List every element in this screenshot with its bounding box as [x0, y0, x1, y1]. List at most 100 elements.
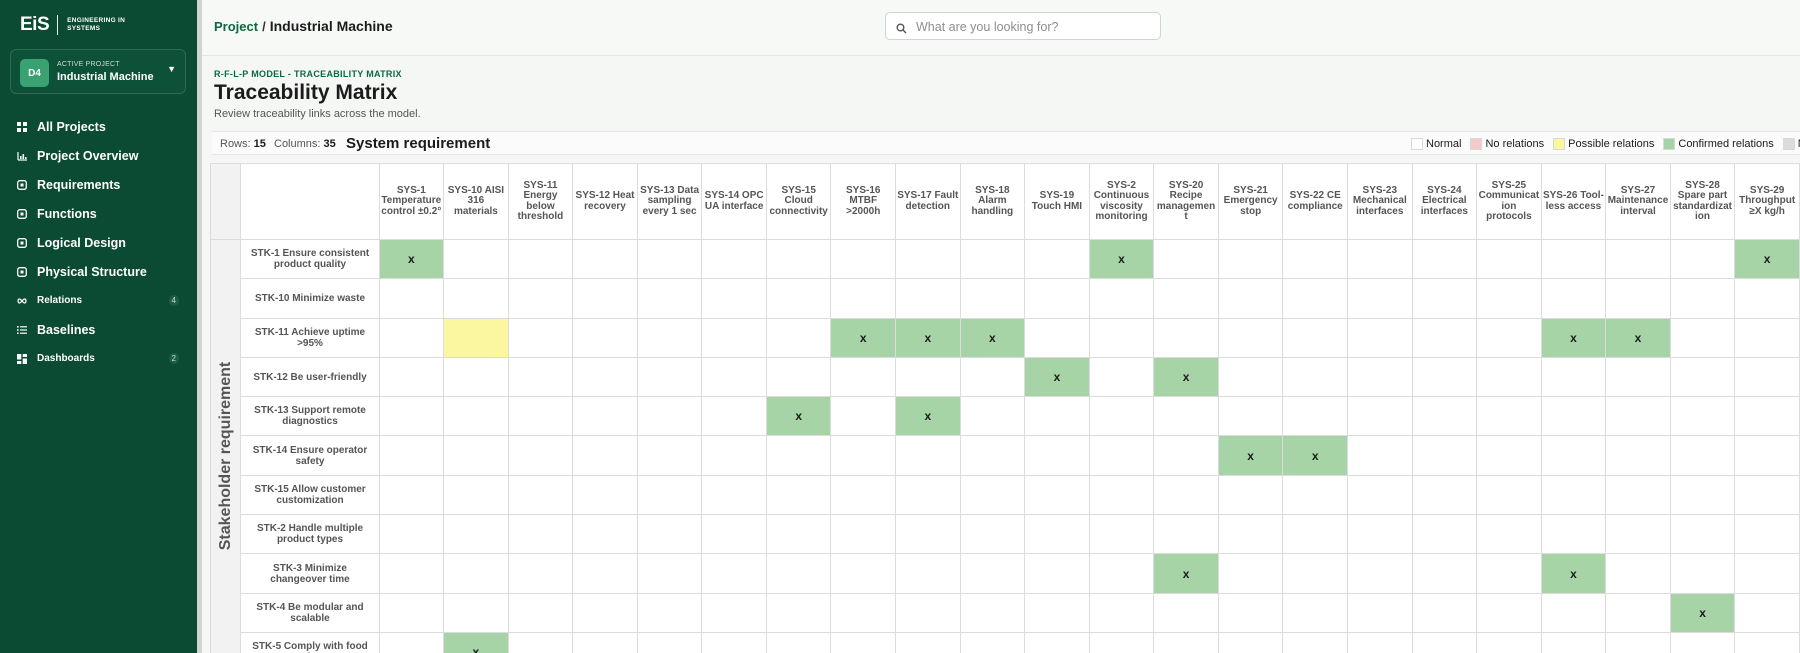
matrix-cell[interactable] — [1282, 592, 1348, 633]
matrix-cell-confirmed[interactable]: x — [1153, 553, 1219, 594]
matrix-column-header[interactable]: SYS-24 Electrical interfaces — [1411, 163, 1478, 240]
matrix-cell[interactable] — [1734, 356, 1800, 398]
matrix-cell[interactable] — [1734, 592, 1800, 633]
matrix-cell[interactable] — [1347, 317, 1413, 358]
matrix-cell[interactable] — [1605, 278, 1671, 319]
matrix-cell[interactable] — [765, 278, 832, 319]
matrix-cell[interactable] — [1411, 396, 1478, 437]
matrix-cell-confirmed[interactable]: x — [1088, 238, 1155, 280]
matrix-cell[interactable] — [701, 592, 767, 633]
matrix-column-header[interactable]: SYS-25 Communication protocols — [1476, 163, 1542, 240]
matrix-row-header[interactable]: STK-5 Comply with food safety — [240, 631, 380, 653]
matrix-row-header[interactable]: STK-1 Ensure consistent product quality — [240, 238, 380, 280]
matrix-cell[interactable] — [378, 592, 445, 633]
matrix-cell[interactable] — [1734, 514, 1800, 555]
matrix-cell[interactable] — [1411, 317, 1478, 358]
matrix-cell[interactable] — [1088, 592, 1155, 633]
matrix-cell[interactable] — [1605, 592, 1671, 633]
matrix-cell[interactable] — [1734, 631, 1800, 653]
matrix-cell[interactable] — [1476, 514, 1542, 555]
matrix-cell[interactable] — [572, 317, 638, 358]
matrix-cell[interactable] — [572, 474, 638, 516]
matrix-column-header[interactable]: SYS-12 Heat recovery — [572, 163, 638, 240]
matrix-cell[interactable] — [701, 514, 767, 555]
matrix-cell[interactable] — [636, 553, 703, 594]
matrix-cell[interactable] — [1411, 278, 1478, 319]
matrix-column-header[interactable]: SYS-13 Data sampling every 1 sec — [636, 163, 703, 240]
matrix-cell[interactable] — [1347, 474, 1413, 516]
sidebar-item-project-overview[interactable]: Project Overview — [0, 141, 197, 170]
matrix-cell[interactable] — [378, 435, 445, 476]
matrix-cell[interactable] — [378, 631, 445, 653]
matrix-cell-possible[interactable] — [443, 317, 509, 358]
matrix-cell[interactable] — [1605, 435, 1671, 476]
matrix-cell[interactable] — [1282, 396, 1348, 437]
matrix-cell-confirmed[interactable]: x — [1217, 435, 1284, 476]
matrix-cell[interactable] — [636, 238, 703, 280]
sidebar-item-logical-design[interactable]: Logical Design — [0, 228, 197, 257]
matrix-cell[interactable] — [507, 317, 574, 358]
matrix-cell[interactable] — [572, 238, 638, 280]
matrix-cell[interactable] — [636, 631, 703, 653]
matrix-cell[interactable] — [636, 514, 703, 555]
matrix-cell[interactable] — [895, 356, 961, 398]
global-search[interactable] — [885, 12, 1161, 40]
matrix-cell[interactable] — [1411, 435, 1478, 476]
matrix-cell[interactable] — [1347, 553, 1413, 594]
matrix-cell[interactable] — [830, 435, 897, 476]
matrix-cell[interactable] — [1411, 631, 1478, 653]
matrix-cell[interactable] — [1669, 396, 1736, 437]
matrix-cell[interactable] — [1024, 553, 1090, 594]
sidebar-item-functions[interactable]: Functions — [0, 199, 197, 228]
matrix-cell[interactable] — [1282, 278, 1348, 319]
matrix-cell[interactable] — [1540, 592, 1607, 633]
matrix-cell[interactable] — [701, 317, 767, 358]
matrix-cell[interactable] — [701, 356, 767, 398]
matrix-cell[interactable] — [1153, 435, 1219, 476]
sidebar-item-all-projects[interactable]: All Projects — [0, 112, 197, 141]
matrix-cell[interactable] — [1347, 396, 1413, 437]
matrix-cell[interactable] — [1282, 474, 1348, 516]
matrix-cell[interactable] — [1540, 396, 1607, 437]
matrix-cell[interactable] — [1476, 553, 1542, 594]
matrix-cell[interactable] — [1476, 435, 1542, 476]
matrix-column-header[interactable]: SYS-27 Maintenance interval — [1605, 163, 1671, 240]
matrix-cell[interactable] — [507, 631, 574, 653]
matrix-cell[interactable] — [507, 238, 574, 280]
search-input[interactable] — [916, 17, 1152, 36]
matrix-cell[interactable] — [895, 278, 961, 319]
matrix-cell[interactable] — [895, 474, 961, 516]
active-project-selector[interactable]: D4 ACTIVE PROJECT Industrial Machine ▼ — [10, 49, 186, 94]
matrix-cell[interactable] — [959, 592, 1026, 633]
matrix-column-header[interactable]: SYS-18 Alarm handling — [959, 163, 1026, 240]
matrix-cell[interactable] — [1347, 435, 1413, 476]
matrix-cell[interactable] — [1605, 396, 1671, 437]
matrix-cell[interactable] — [1669, 317, 1736, 358]
matrix-row-header[interactable]: STK-11 Achieve uptime >95% — [240, 317, 380, 358]
matrix-cell[interactable] — [830, 396, 897, 437]
traceability-matrix[interactable]: SYS-1 Temperature control ±0.2° SYS-10 AI… — [210, 163, 1800, 653]
matrix-cell-confirmed[interactable]: x — [1153, 356, 1219, 398]
matrix-cell[interactable] — [378, 278, 445, 319]
matrix-cell[interactable] — [1540, 631, 1607, 653]
matrix-cell[interactable] — [701, 238, 767, 280]
matrix-cell[interactable] — [1411, 474, 1478, 516]
matrix-cell[interactable] — [1669, 631, 1736, 653]
matrix-cell[interactable] — [830, 592, 897, 633]
matrix-cell[interactable] — [1088, 514, 1155, 555]
matrix-cell[interactable] — [1153, 396, 1219, 437]
matrix-cell[interactable] — [1024, 317, 1090, 358]
matrix-cell-confirmed[interactable]: x — [895, 396, 961, 437]
matrix-cell[interactable] — [507, 474, 574, 516]
matrix-cell[interactable] — [701, 278, 767, 319]
matrix-column-header[interactable]: SYS-17 Fault detection — [895, 163, 961, 240]
matrix-cell[interactable] — [1540, 356, 1607, 398]
matrix-column-header[interactable]: SYS-28 Spare part standardization — [1669, 163, 1736, 240]
matrix-cell[interactable] — [636, 592, 703, 633]
sidebar-item-relations[interactable]: Relations 4 — [0, 286, 197, 315]
matrix-row-header[interactable]: STK-13 Support remote diagnostics — [240, 396, 380, 437]
matrix-cell[interactable] — [1347, 238, 1413, 280]
matrix-cell[interactable] — [701, 474, 767, 516]
matrix-cell-confirmed[interactable]: x — [443, 631, 509, 653]
matrix-cell[interactable] — [1282, 238, 1348, 280]
